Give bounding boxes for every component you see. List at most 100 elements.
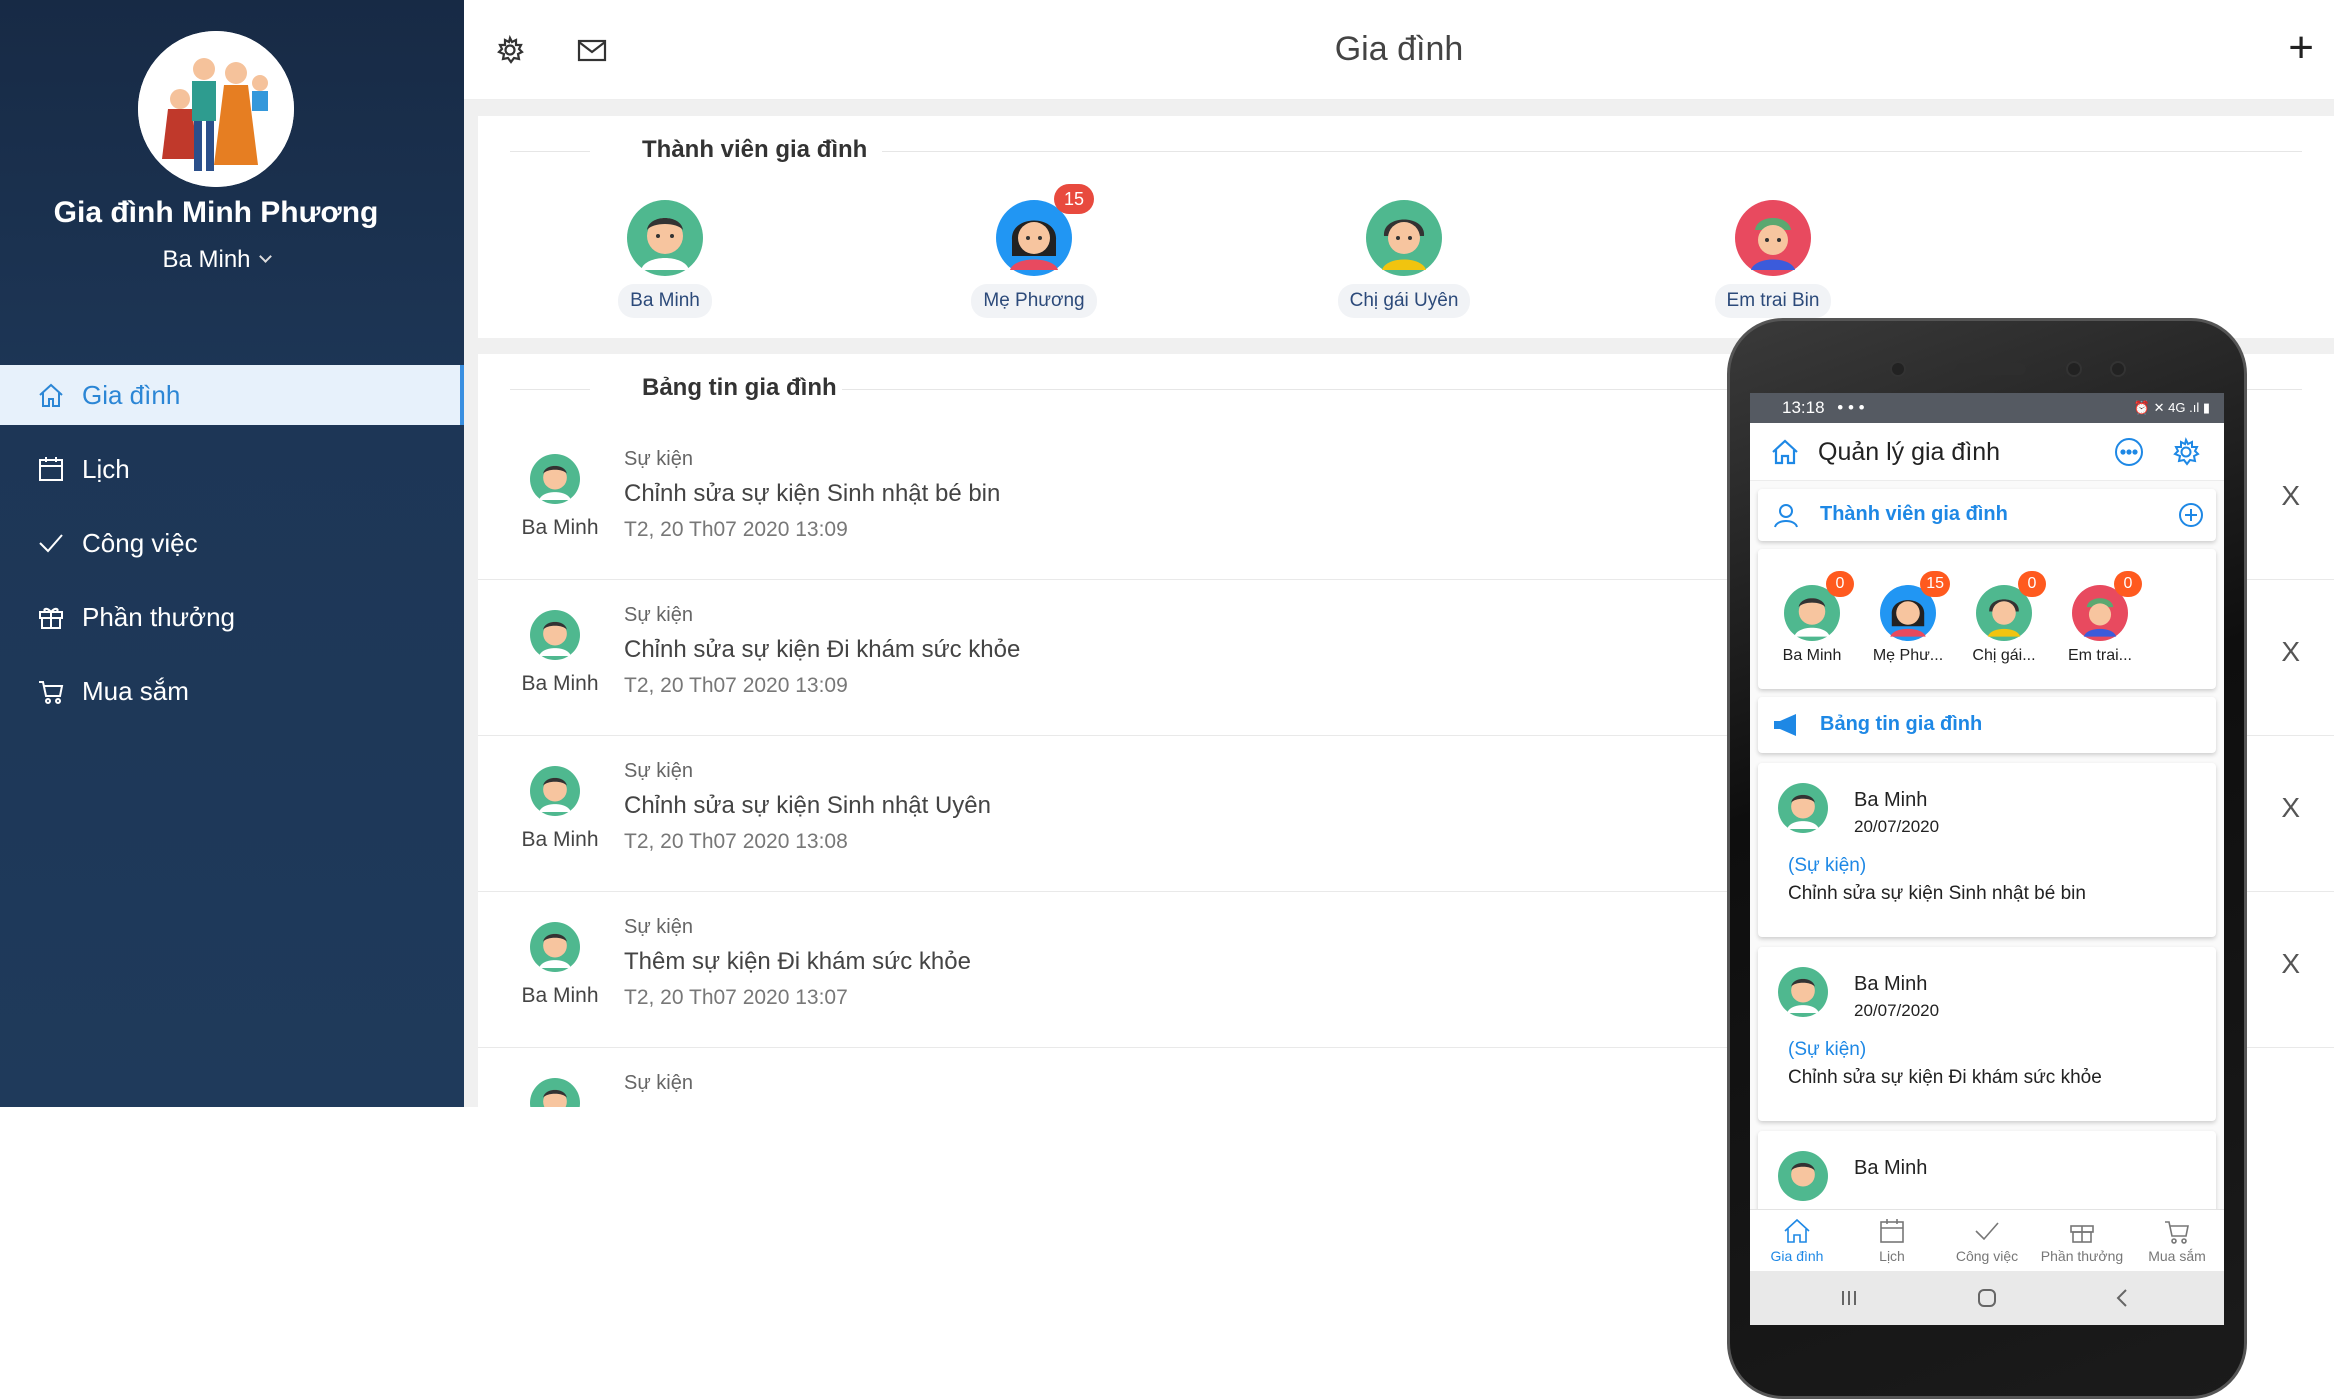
add-member-icon[interactable] [2178,502,2204,528]
close-button[interactable]: X [2281,948,2300,980]
sidebar-item-label: Gia đình [82,379,181,410]
tab-label: Gia đình [1770,1248,1824,1264]
post-card[interactable]: Ba Minh 20/07/2020 (Sự kiện) Chỉnh sửa s… [1758,763,2216,937]
top-bar: Gia đình + [464,0,2334,100]
notification-icons: • • • [1837,398,1865,417]
bottom-tab-rewards[interactable]: Phần thưởng [2035,1216,2129,1264]
close-button[interactable]: X [2281,636,2300,668]
feed-text: Chỉnh sửa sự kiện Đi khám sức khỏe [624,636,1021,663]
feed-text: Thêm sự kiện Đi khám sức khỏe [624,948,971,975]
add-button[interactable]: + [2288,26,2314,70]
post-category: (Sự kiện) [1788,855,1867,876]
avatar [530,1078,580,1107]
feed-author: Ba Minh [521,672,599,695]
members-header-card: Thành viên gia đình [1758,489,2216,541]
sidebar: Gia đình Minh Phương Ba Minh Gia đình Lị… [0,0,464,1107]
father-avatar-icon [627,200,703,276]
father-avatar-icon [1778,783,1828,833]
father-avatar-icon [1778,1151,1828,1201]
post-author: Ba Minh [1854,1157,1928,1179]
cart-icon [39,681,64,704]
cart-icon [2165,1221,2189,1244]
feed-header-card: Bảng tin gia đình [1758,697,2216,753]
app-title: Quản lý gia đình [1818,438,2001,466]
back-icon[interactable] [2110,1285,2136,1311]
page-title: Gia đình [1334,30,1464,68]
avatar: 0 [1784,571,1854,641]
calendar-icon [39,457,63,481]
feed-time: T2, 20 Th07 2020 13:09 [624,674,848,697]
member-ba-minh[interactable]: 0 Ba Minh [1766,571,1858,665]
sidebar-item-rewards[interactable]: Phần thưởng [0,587,464,647]
sister-avatar-icon [1366,200,1442,276]
avatar [627,200,703,276]
father-avatar-icon [530,922,580,972]
current-user-name: Ba Minh [162,246,251,273]
feed-category: Sự kiện [624,448,693,470]
sensor-icon [2066,361,2082,377]
close-button[interactable]: X [2281,792,2300,824]
bottom-tab-shopping[interactable]: Mua sắm [2130,1216,2224,1264]
feed-heading: Bảng tin gia đình [632,374,847,402]
user-switcher[interactable]: Ba Minh [0,246,432,274]
tab-label: Mua sắm [2148,1248,2206,1264]
recent-apps-icon[interactable] [1836,1285,1862,1311]
feed-author: Ba Minh [521,828,599,851]
member-chi-gai-uyen[interactable]: 0 Chị gái... [1958,571,2050,665]
feed-category: Sự kiện [624,1072,693,1094]
sidebar-item-tasks[interactable]: Công việc [0,513,464,573]
notification-badge: 15 [1053,184,1094,214]
status-bar: 13:18 • • • ⏰ ✕ 4G .ıl ▮ [1750,393,2224,423]
speaker-grille [1956,363,2026,375]
feed-category: Sự kiện [624,916,693,938]
home-icon[interactable] [1770,437,1800,467]
home-button-icon[interactable] [1974,1285,2000,1311]
member-em-trai-bin[interactable]: 0 Em trai... [2054,571,2146,665]
gift-icon [2070,1225,2094,1243]
bottom-tab-tasks[interactable]: Công việc [1940,1216,2034,1264]
bottom-tab-family[interactable]: Gia đình [1750,1216,1844,1264]
feed-heading: Bảng tin gia đình [1820,713,1983,735]
sidebar-item-family[interactable]: Gia đình [0,365,464,425]
settings-icon[interactable] [2170,436,2202,468]
member-name: Ba Minh [1782,647,1842,664]
sidebar-item-label: Mua sắm [82,675,189,706]
sidebar-item-label: Công việc [82,527,198,558]
post-author: Ba Minh [1854,789,1928,811]
member-me-phuong[interactable]: 15 Mẹ Phương [954,184,1114,318]
feed-category: Sự kiện [624,604,693,626]
avatar [530,610,580,660]
system-navigation-bar [1750,1271,2224,1325]
avatar [1778,967,1828,1017]
app-header: Quản lý gia đình [1750,423,2224,481]
gift-icon [39,607,63,629]
member-me-phuong[interactable]: 15 Mẹ Phư... [1862,571,1954,665]
chat-icon[interactable] [2113,436,2145,468]
post-category: (Sự kiện) [1788,1039,1867,1060]
bottom-tab-calendar[interactable]: Lịch [1845,1216,1939,1264]
feed-text: Chỉnh sửa sự kiện Sinh nhật bé bin [624,480,1001,507]
notification-badge: 0 [2018,571,2046,597]
avatar [1778,783,1828,833]
close-button[interactable]: X [2281,480,2300,512]
member-chi-gai-uyen[interactable]: Chị gái Uyên [1324,200,1484,318]
tab-label: Phần thưởng [2040,1248,2124,1264]
notification-badge: 0 [1826,571,1854,597]
notification-badge: 15 [1920,571,1950,597]
sidebar-item-calendar[interactable]: Lịch [0,439,464,499]
feed-text: Chỉnh sửa sự kiện Sinh nhật Uyên [624,792,991,819]
post-author: Ba Minh [1854,973,1928,995]
feed-time: T2, 20 Th07 2020 13:07 [624,986,848,1009]
front-camera-icon [1890,361,1906,377]
member-em-trai-bin[interactable]: Em trai Bin [1693,200,1853,318]
post-card[interactable]: Ba Minh 20/07/2020 (Sự kiện) Chỉnh sửa s… [1758,947,2216,1121]
sidebar-item-label: Lịch [82,453,130,484]
member-ba-minh[interactable]: Ba Minh [585,200,745,318]
family-illustration-icon [138,31,294,187]
family-name: Gia đình Minh Phương [53,196,379,229]
feed-author: Ba Minh [521,984,599,1007]
tab-label: Lịch [1879,1248,1905,1264]
family-avatar[interactable] [138,31,294,187]
sidebar-item-shopping[interactable]: Mua sắm [0,661,464,721]
calendar-icon [1880,1219,1904,1243]
